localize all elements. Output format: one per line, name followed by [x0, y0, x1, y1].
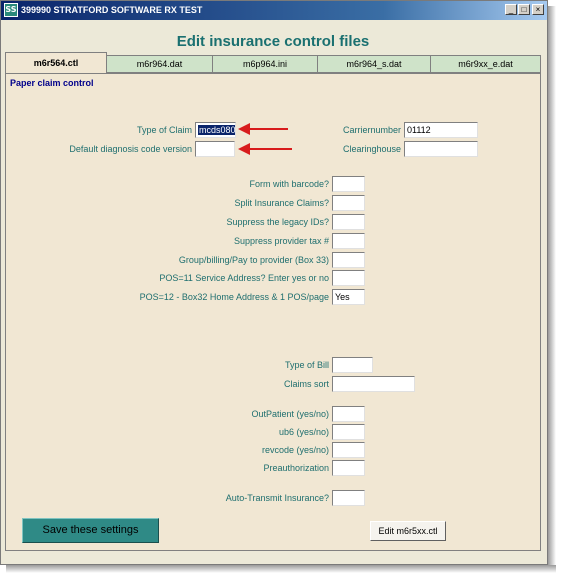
type-of-bill-field[interactable]: [332, 357, 373, 373]
pos12-label: POS=12 - Box32 Home Address & 1 POS/page: [139, 292, 329, 302]
pos11-field[interactable]: [332, 270, 365, 286]
default-diagnosis-field[interactable]: [195, 141, 235, 157]
group-billing-label: Group/billing/Pay to provider (Box 33): [178, 255, 329, 265]
claims-sort-field[interactable]: [332, 376, 415, 392]
type-of-claim-label: Type of Claim: [136, 125, 192, 135]
suppress-tax-field[interactable]: [332, 233, 365, 249]
red-arrow-icon: [238, 123, 250, 135]
auto-transmit-label: Auto-Transmit Insurance?: [225, 493, 329, 503]
edit-m6r5xx-button[interactable]: Edit m6r5xx.ctl: [370, 521, 446, 541]
auto-transmit-field[interactable]: [332, 490, 365, 506]
tab-m6r564-ctl[interactable]: m6r564.ctl: [5, 52, 107, 74]
outpatient-field[interactable]: [332, 406, 365, 422]
suppress-tax-label: Suppress provider tax #: [233, 236, 329, 246]
page-title: Edit insurance control files: [176, 33, 370, 50]
ub6-label: ub6 (yes/no): [278, 427, 329, 437]
split-claims-label: Split Insurance Claims?: [234, 198, 329, 208]
suppress-legacy-field[interactable]: [332, 214, 365, 230]
suppress-legacy-label: Suppress the legacy IDs?: [226, 217, 329, 227]
tab-m6r964-dat[interactable]: m6r964.dat: [106, 55, 213, 73]
type-of-bill-label: Type of Bill: [284, 360, 329, 370]
red-arrow-shaft: [248, 148, 292, 150]
revcode-field[interactable]: [332, 442, 365, 458]
close-button[interactable]: ×: [532, 4, 544, 15]
revcode-label: revcode (yes/no): [261, 445, 329, 455]
maximize-button[interactable]: □: [518, 4, 530, 15]
app-icon: SS: [4, 3, 18, 17]
red-arrow-shaft: [248, 128, 288, 130]
tab-m6r9xx-e-dat[interactable]: m6r9xx_e.dat: [430, 55, 541, 73]
split-claims-field[interactable]: [332, 195, 365, 211]
default-diagnosis-label: Default diagnosis code version: [69, 144, 192, 154]
red-arrow-icon: [238, 143, 250, 155]
save-settings-button[interactable]: Save these settings: [22, 518, 159, 543]
section-title: Paper claim control: [10, 78, 94, 88]
outpatient-label: OutPatient (yes/no): [251, 409, 329, 419]
minimize-button[interactable]: _: [505, 4, 517, 15]
clearinghouse-label: Clearinghouse: [342, 144, 401, 154]
title-bar[interactable]: SS 399990 STRATFORD SOFTWARE RX TEST _ □…: [1, 1, 547, 20]
type-of-claim-field[interactable]: mcds080: [195, 122, 236, 138]
ub6-field[interactable]: [332, 424, 365, 440]
form-barcode-label: Form with barcode?: [249, 179, 329, 189]
carriernumber-field[interactable]: 01112: [404, 122, 478, 138]
tab-m6r964-s-dat[interactable]: m6r964_s.dat: [317, 55, 431, 73]
clearinghouse-field[interactable]: [404, 141, 478, 157]
pos11-label: POS=11 Service Address? Enter yes or no: [159, 273, 329, 283]
claims-sort-label: Claims sort: [283, 379, 329, 389]
preauthorization-label: Preauthorization: [263, 463, 329, 473]
pos12-field[interactable]: Yes: [332, 289, 365, 305]
form-barcode-field[interactable]: [332, 176, 365, 192]
carriernumber-label: Carriernumber: [342, 125, 401, 135]
preauthorization-field[interactable]: [332, 460, 365, 476]
group-billing-field[interactable]: [332, 252, 365, 268]
window-title: 399990 STRATFORD SOFTWARE RX TEST: [21, 5, 203, 15]
tab-m6p964-ini[interactable]: m6p964.ini: [212, 55, 318, 73]
